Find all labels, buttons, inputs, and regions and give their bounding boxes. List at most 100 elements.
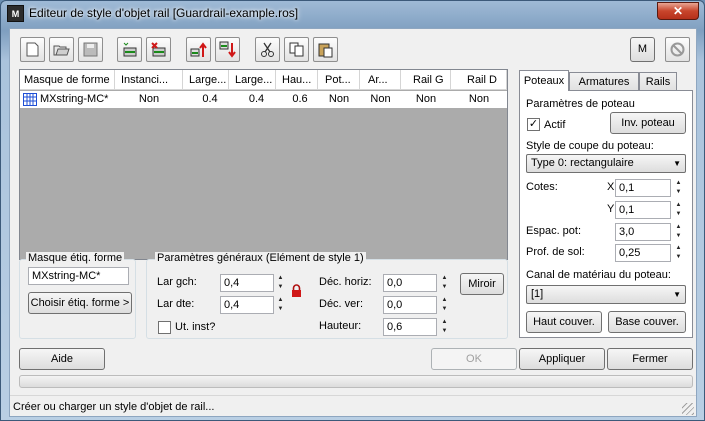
column-header[interactable]: Instanci... <box>115 70 183 90</box>
ok-button: OK <box>431 348 517 370</box>
save-icon <box>83 42 98 57</box>
choose-label-button[interactable]: Choisir étiq. forme > <box>28 292 132 314</box>
lar-dte-spinner[interactable]: ▲ ▼ <box>275 296 286 314</box>
open-button[interactable] <box>49 37 74 62</box>
close-dialog-button[interactable]: Fermer <box>607 348 693 370</box>
status-bar: Créer ou charger un style d'objet de rai… <box>10 395 696 417</box>
delete-shape-button[interactable] <box>146 37 171 62</box>
chevron-down-icon: ▼ <box>673 159 681 168</box>
hauteur-spinner[interactable]: ▲ ▼ <box>439 318 450 336</box>
column-header[interactable]: Large... <box>183 70 229 90</box>
copy-button[interactable] <box>284 37 309 62</box>
tab-rails[interactable]: Rails <box>639 72 677 91</box>
cut-style-value: Type 0: rectangulaire <box>531 157 634 169</box>
delete-shape-icon <box>151 42 166 57</box>
table-cell[interactable]: 0.4 <box>183 91 229 108</box>
table-cell[interactable]: Non <box>401 91 451 108</box>
ut-inst-checkbox[interactable] <box>158 321 171 334</box>
cut-style-dropdown[interactable]: Type 0: rectangulaire ▼ <box>526 154 686 173</box>
status-text: Créer ou charger un style d'objet de rai… <box>13 401 215 413</box>
m-button[interactable]: M <box>630 37 655 62</box>
new-icon <box>26 42 39 57</box>
lar-gch-field[interactable]: 0,4 <box>220 274 274 292</box>
column-header[interactable]: Rail D <box>451 70 507 90</box>
cut-button[interactable] <box>255 37 280 62</box>
table-cell[interactable]: Non <box>360 91 401 108</box>
y-label: Y <box>607 203 615 215</box>
dialog-client: M Masque de forme Instanci... Large... L… <box>9 28 697 417</box>
dec-horiz-label: Déc. horiz: <box>319 276 372 288</box>
material-channel-dropdown[interactable]: [1] ▼ <box>526 285 686 304</box>
app-icon: M <box>7 5 24 22</box>
table-cell[interactable]: 0.6 <box>276 91 318 108</box>
open-icon <box>53 45 70 56</box>
shape-name-cell[interactable]: MXstring-MC* <box>40 91 115 108</box>
move-up-icon <box>190 42 207 57</box>
progress-bar <box>19 375 693 388</box>
copy-icon <box>289 42 304 57</box>
close-button[interactable]: ✕ <box>657 2 699 20</box>
apply-button[interactable]: Appliquer <box>519 348 605 370</box>
move-up-button[interactable] <box>186 37 211 62</box>
move-down-icon <box>219 41 236 58</box>
espac-label: Espac. pot: <box>526 225 582 237</box>
save-button[interactable] <box>78 37 103 62</box>
column-header[interactable]: Hau... <box>276 70 318 90</box>
dec-horiz-field[interactable]: 0,0 <box>383 274 437 292</box>
x-spinner[interactable]: ▲ ▼ <box>673 179 684 197</box>
tab-poteaux[interactable]: Poteaux <box>519 70 569 91</box>
new-button[interactable] <box>20 37 45 62</box>
hauteur-label: Hauteur: <box>319 320 362 332</box>
dec-ver-spinner[interactable]: ▲ ▼ <box>439 296 450 314</box>
move-down-button[interactable] <box>215 37 240 62</box>
espac-field[interactable]: 3,0 <box>615 223 671 241</box>
x-field[interactable]: 0,1 <box>615 179 671 197</box>
ut-inst-label: Ut. inst? <box>175 321 216 333</box>
load-shape-icon <box>123 42 137 57</box>
help-button[interactable]: Aide <box>19 348 105 370</box>
prof-label: Prof. de sol: <box>526 246 585 258</box>
settings-button <box>665 37 690 62</box>
lar-dte-field[interactable]: 0,4 <box>220 296 274 314</box>
lar-gch-spinner[interactable]: ▲ ▼ <box>275 274 286 292</box>
prof-spinner[interactable]: ▲ ▼ <box>673 244 684 262</box>
table-cell[interactable]: Non <box>318 91 360 108</box>
miroir-button[interactable]: Miroir <box>460 273 504 295</box>
mask-label-field[interactable]: MXstring-MC* <box>28 267 129 285</box>
table-cell[interactable]: 0.4 <box>229 91 276 108</box>
paste-icon <box>318 43 333 58</box>
load-shape-button[interactable] <box>117 37 142 62</box>
y-field[interactable]: 0,1 <box>615 201 671 219</box>
column-header[interactable]: Large... <box>229 70 276 90</box>
cut-style-label: Style de coupe du poteau: <box>526 140 654 152</box>
espac-spinner[interactable]: ▲ ▼ <box>673 223 684 241</box>
table-cell[interactable]: Non <box>451 91 507 108</box>
actif-label: Actif <box>544 119 566 131</box>
prof-field[interactable]: 0,25 <box>615 244 671 262</box>
posts-panel: Paramètres de poteau ✓ Actif Inv. poteau… <box>519 90 693 338</box>
mask-label-group: Masque étiq. forme MXstring-MC* Choisir … <box>19 252 136 339</box>
column-header[interactable]: Rail G <box>401 70 451 90</box>
resize-grip[interactable] <box>682 403 694 415</box>
table-row[interactable]: MXstring-MC* Non 0.4 0.4 0.6 Non Non Non… <box>20 91 507 108</box>
dec-ver-field[interactable]: 0,0 <box>383 296 437 314</box>
paste-button[interactable] <box>313 37 338 62</box>
column-header[interactable]: Pot... <box>318 70 360 90</box>
actif-checkbox[interactable]: ✓ <box>527 118 540 131</box>
y-spinner[interactable]: ▲ ▼ <box>673 201 684 219</box>
haut-couver-button[interactable]: Haut couver. <box>526 311 602 333</box>
hauteur-field[interactable]: 0,6 <box>383 318 437 336</box>
table-cell[interactable]: Non <box>115 91 183 108</box>
column-header[interactable]: Ar... <box>360 70 401 90</box>
dec-horiz-spinner[interactable]: ▲ ▼ <box>439 274 450 292</box>
window-title: Editeur de style d'objet rail [Guardrail… <box>29 6 299 20</box>
tab-armatures[interactable]: Armatures <box>569 72 639 91</box>
cut-icon <box>261 42 274 57</box>
base-couver-button[interactable]: Base couver. <box>608 311 686 333</box>
title-bar[interactable]: M Editeur de style d'objet rail [Guardra… <box>1 1 704 27</box>
column-header[interactable]: Masque de forme <box>20 70 115 90</box>
lock-icon[interactable] <box>291 284 302 298</box>
shape-grid[interactable]: Masque de forme Instanci... Large... Lar… <box>19 69 508 260</box>
lar-gch-label: Lar gch: <box>157 276 197 288</box>
inv-post-button[interactable]: Inv. poteau <box>610 112 686 134</box>
